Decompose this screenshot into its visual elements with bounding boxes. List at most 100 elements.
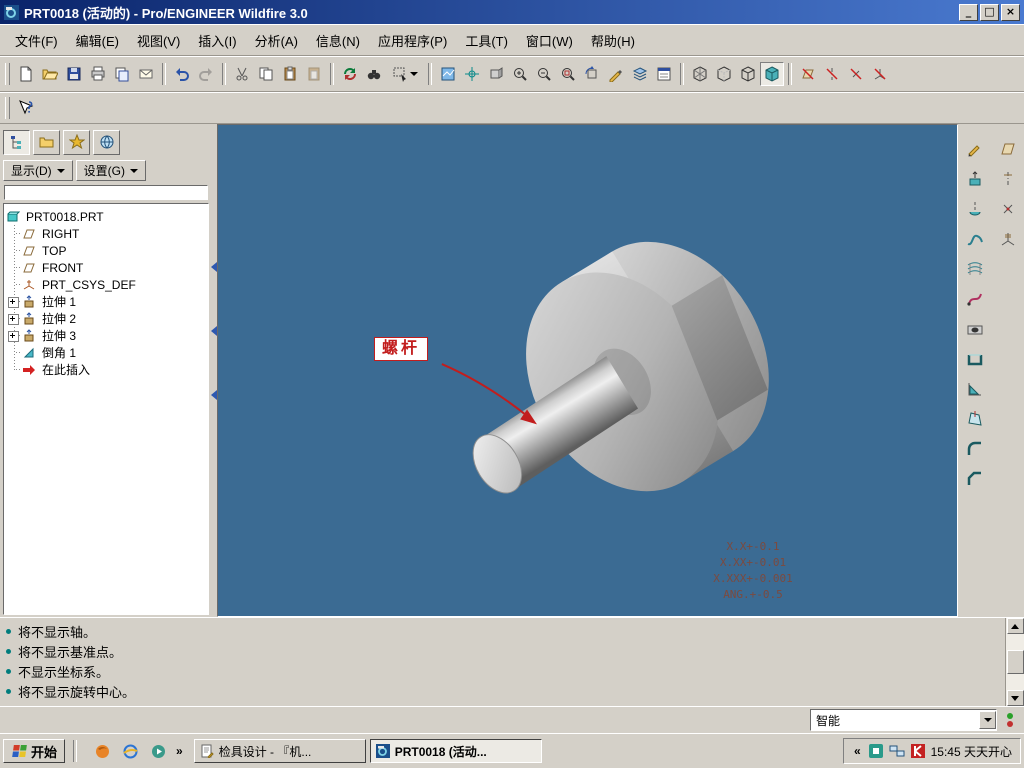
print-button[interactable] <box>86 62 110 86</box>
expand-toggle[interactable] <box>8 331 19 342</box>
layers-button[interactable] <box>628 62 652 86</box>
rib-tool-button[interactable] <box>961 376 988 402</box>
select-filter-button[interactable] <box>386 62 424 86</box>
network-icon[interactable] <box>889 745 905 758</box>
scroll-down-button[interactable] <box>1006 690 1024 706</box>
expand-toggle[interactable] <box>8 297 19 308</box>
datum-point-display-button[interactable] <box>844 62 868 86</box>
tree-item-extrude-1[interactable]: 拉伸 1 <box>6 293 206 310</box>
tree-item-chamfer-1[interactable]: 倒角 1 <box>6 344 206 361</box>
context-help-button[interactable] <box>14 96 38 120</box>
style-tool-button[interactable] <box>961 286 988 312</box>
shell-tool-button[interactable] <box>961 346 988 372</box>
menu-edit[interactable]: 编辑(E) <box>67 27 128 54</box>
repaint-button[interactable] <box>436 62 460 86</box>
taskbar-task-1[interactable]: 检具设计 - 『机... <box>193 739 366 763</box>
draft-tool-button[interactable] <box>961 406 988 432</box>
tree-item-extrude-3[interactable]: 拉伸 3 <box>6 327 206 344</box>
expand-toggle[interactable] <box>8 314 19 325</box>
tree-item-csys[interactable]: PRT_CSYS_DEF <box>6 276 206 293</box>
datum-axis-display-button[interactable] <box>820 62 844 86</box>
menu-window[interactable]: 窗口(W) <box>517 27 582 54</box>
menu-file[interactable]: 文件(F) <box>6 27 67 54</box>
toolbar-grip[interactable] <box>5 63 10 85</box>
zoom-out-button[interactable] <box>532 62 556 86</box>
spin-center-button[interactable] <box>460 62 484 86</box>
media-player-quicklaunch-button[interactable] <box>146 739 170 763</box>
tree-settings-button[interactable]: 设置(G) <box>75 160 146 181</box>
round-tool-button[interactable] <box>961 436 988 462</box>
menu-view[interactable]: 视图(V) <box>128 27 189 54</box>
view-manager-button[interactable] <box>652 62 676 86</box>
message-scrollbar[interactable] <box>1005 618 1024 706</box>
variable-sweep-tool-button[interactable] <box>961 226 988 252</box>
tree-item-top[interactable]: TOP <box>6 242 206 259</box>
firefox-quicklaunch-button[interactable] <box>90 739 114 763</box>
ime-icon[interactable] <box>868 744 883 758</box>
no-hidden-button[interactable] <box>736 62 760 86</box>
hole-tool-button[interactable] <box>961 316 988 342</box>
ie-quicklaunch-button[interactable] <box>118 739 142 763</box>
datum-axis-tool-button[interactable] <box>994 166 1021 192</box>
selection-filter-dropdown-button[interactable] <box>979 711 996 729</box>
tree-display-button[interactable]: 显示(D) <box>3 160 73 181</box>
tree-item-right[interactable]: RIGHT <box>6 225 206 242</box>
annotation-label[interactable]: 螺杆 <box>374 337 429 361</box>
refit-button[interactable] <box>556 62 580 86</box>
open-file-button[interactable] <box>38 62 62 86</box>
shaded-button[interactable] <box>760 62 784 86</box>
menu-insert[interactable]: 插入(I) <box>189 27 245 54</box>
datum-plane-display-button[interactable] <box>796 62 820 86</box>
reorient-button[interactable] <box>580 62 604 86</box>
cut-button[interactable] <box>230 62 254 86</box>
graphics-viewport[interactable]: 螺杆 X.X+-0.1 X.XX+-0.01 X.XXX+-0.001 ANG.… <box>217 124 958 617</box>
quick-launch-overflow-button[interactable]: » <box>174 744 185 758</box>
restore-button[interactable]: □ <box>980 3 999 21</box>
datum-csys-tool-button[interactable] <box>994 226 1021 252</box>
extrude-tool-button[interactable] <box>961 166 988 192</box>
regenerate-button[interactable] <box>338 62 362 86</box>
toolbar-grip[interactable] <box>5 97 10 119</box>
minimize-button[interactable]: _ <box>959 3 978 21</box>
paste-button[interactable] <box>278 62 302 86</box>
folder-browser-tab[interactable] <box>33 129 60 155</box>
connections-tab[interactable] <box>93 129 120 155</box>
scrollbar-thumb[interactable] <box>1006 650 1024 674</box>
taskbar-task-2[interactable]: PRT0018 (活动... <box>369 739 542 763</box>
revolve-tool-button[interactable] <box>961 196 988 222</box>
start-button[interactable]: 开始 <box>3 739 66 763</box>
redo-button[interactable] <box>194 62 218 86</box>
undo-button[interactable] <box>170 62 194 86</box>
selection-filter-combo[interactable]: 智能 <box>810 709 997 731</box>
email-button[interactable] <box>134 62 158 86</box>
chamfer-tool-button[interactable] <box>961 466 988 492</box>
tree-item-root[interactable]: PRT0018.PRT <box>6 208 206 225</box>
boundary-blend-tool-button[interactable] <box>961 256 988 282</box>
save-a-copy-button[interactable] <box>110 62 134 86</box>
menu-help[interactable]: 帮助(H) <box>582 27 644 54</box>
paste-special-button[interactable] <box>302 62 326 86</box>
hidden-line-button[interactable] <box>712 62 736 86</box>
tray-collapse-button[interactable]: « <box>852 744 863 758</box>
tree-item-insert-here[interactable]: 在此插入 <box>6 361 206 378</box>
close-button[interactable]: × <box>1001 3 1020 21</box>
model-tree-tab[interactable] <box>3 129 30 155</box>
annotations-button[interactable] <box>604 62 628 86</box>
zoom-in-button[interactable] <box>508 62 532 86</box>
save-button[interactable] <box>62 62 86 86</box>
datum-point-tool-button[interactable] <box>994 196 1021 222</box>
csys-display-button[interactable] <box>868 62 892 86</box>
new-file-button[interactable] <box>14 62 38 86</box>
orient-mode-button[interactable] <box>484 62 508 86</box>
datum-plane-tool-button[interactable] <box>994 136 1021 162</box>
sketch-tool-button[interactable] <box>961 136 988 162</box>
tree-item-front[interactable]: FRONT <box>6 259 206 276</box>
wireframe-button[interactable] <box>688 62 712 86</box>
menu-analysis[interactable]: 分析(A) <box>246 27 307 54</box>
selection-filter-value[interactable]: 智能 <box>811 712 979 729</box>
copy-button[interactable] <box>254 62 278 86</box>
tree-item-extrude-2[interactable]: 拉伸 2 <box>6 310 206 327</box>
scroll-up-button[interactable] <box>1006 618 1024 634</box>
find-button[interactable] <box>362 62 386 86</box>
menu-applications[interactable]: 应用程序(P) <box>369 27 456 54</box>
